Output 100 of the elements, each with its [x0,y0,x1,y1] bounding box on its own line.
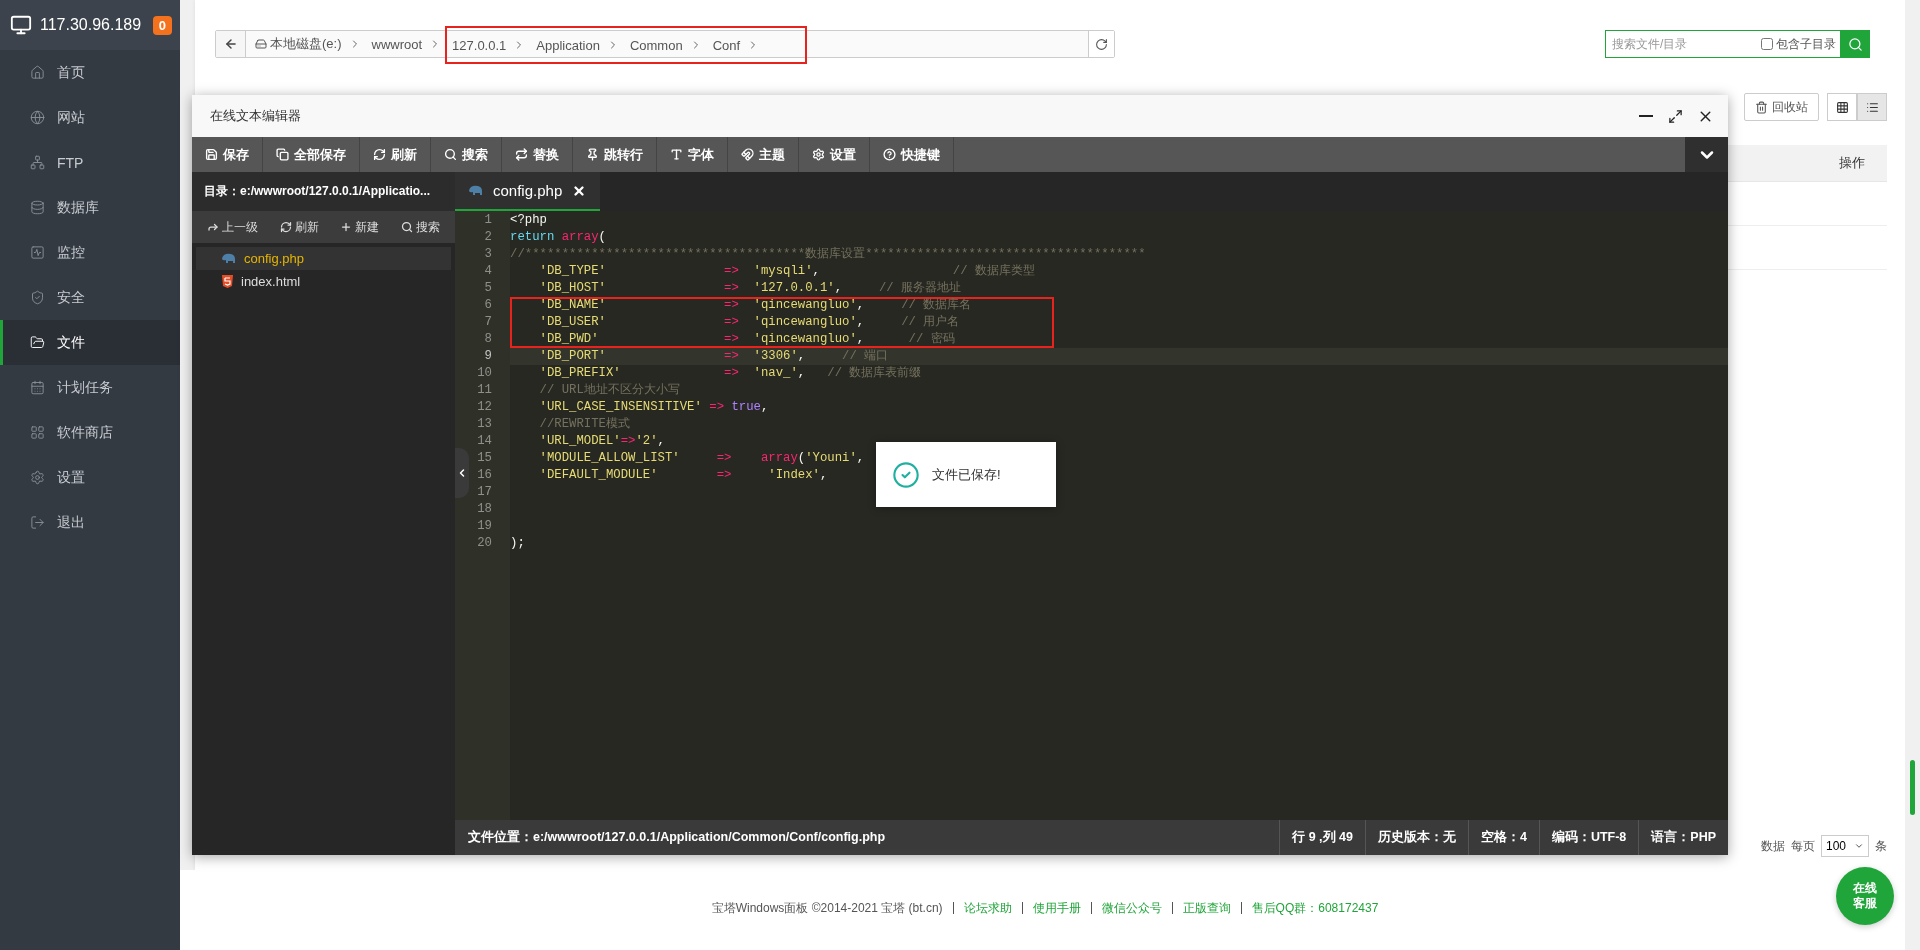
record-count: 数据 [1760,837,1785,855]
refresh-icon [279,221,292,233]
file-item[interactable]: config.php [196,247,451,270]
globe-icon [30,110,45,125]
cursor-position: 行 9 ,列 49 [1279,820,1365,855]
text-icon [670,148,683,161]
back-button[interactable] [216,31,246,57]
line-number: 14 [476,433,493,450]
nav-item[interactable]: 网站 [0,95,180,140]
refresh-button[interactable] [1088,31,1114,57]
nav-item[interactable]: FTP [0,140,180,185]
code-editor[interactable] [455,211,1728,820]
more-button[interactable] [1685,137,1728,172]
line-number: 20 [476,535,493,552]
directory-action[interactable]: 新建 [338,218,382,236]
nav-item[interactable]: 计划任务 [0,365,180,410]
calendar-icon [30,380,45,395]
indent-setting: 空格：4 [1467,820,1539,855]
nav-item[interactable]: 退出 [0,500,180,545]
chart-icon [30,245,45,260]
page-size-select[interactable]: 100 [1820,835,1869,857]
file-item[interactable]: index.html [196,270,451,293]
nav-item[interactable]: 设置 [0,455,180,500]
line-number: 12 [476,399,493,416]
line-number: 8 [483,331,493,348]
line-number: 13 [476,416,493,433]
breadcrumb-link[interactable]: wwwroot [364,31,446,57]
encoding-setting: 编码：UTF-8 [1538,820,1639,855]
trash-icon [1755,100,1768,114]
refresh-icon [1095,37,1108,51]
nav-item[interactable]: 首页 [0,50,180,95]
pin-icon [586,148,599,161]
code-line: 'URL_MODEL'=>'2', [538,433,665,450]
file-tab[interactable]: config.php [455,172,601,211]
breadcrumb-link[interactable]: 本地磁盘(e:) [246,31,365,57]
code-line: //REWRITE模式 [538,416,630,433]
nav-item[interactable]: 文件 [0,320,180,365]
scrollbar-thumb[interactable] [1910,760,1915,815]
collapse-handle[interactable] [455,448,469,498]
code-line: 'DB_PORT' => '3306', // 端口 [538,348,889,365]
checkbox-label: 包含子目录 [1776,35,1836,53]
breadcrumb-link[interactable]: Conf [705,26,808,64]
line-number: 10 [476,365,493,382]
logout-icon [30,515,45,530]
html-file-icon [222,275,233,288]
notification-badge: 0 [152,15,172,35]
line-number: 11 [476,382,493,399]
nav-item[interactable]: 数据库 [0,185,180,230]
recycle-bin-button[interactable]: 回收站 [1744,93,1819,121]
search-input[interactable]: 搜索文件/目录 [1606,37,1761,51]
nav-item[interactable]: 监控 [0,230,180,275]
breadcrumb-link[interactable]: Common [622,26,706,64]
monitor-icon [10,14,32,36]
line-number: 4 [483,263,493,280]
plus-icon [340,221,353,233]
directory-action[interactable]: 上一级 [204,218,260,236]
list-view-button[interactable] [1857,93,1887,121]
close-icon[interactable] [572,183,587,198]
grid-view-button[interactable] [1827,93,1857,121]
code-line: //**************************************数据库设置************************************** [510,246,1146,263]
save-icon [205,148,218,161]
unit-label: 条 [1875,837,1887,855]
window-title: 在线文本编辑器 [210,107,302,125]
breadcrumb-link[interactable]: 127.0.0.1 [445,26,530,64]
directory-action[interactable]: 刷新 [277,218,321,236]
directory-action[interactable]: 搜索 [399,218,443,236]
line-number: 18 [476,501,493,518]
nav-item[interactable]: 软件商店 [0,410,180,455]
code-line: 'DB_TYPE' => 'mysqli', // 数据库类型 [538,263,1035,280]
code-line: return array( [510,229,606,246]
search-button[interactable] [1840,30,1870,58]
line-number: 3 [483,246,493,263]
refresh-icon [373,148,386,161]
search-field[interactable]: 搜索文件/目录 包含子目录 [1605,30,1870,58]
shield-icon [30,290,45,305]
server-host: 117.30.96.189 [40,16,143,34]
nav-item[interactable]: 安全 [0,275,180,320]
minimize-icon [1639,115,1653,117]
code-line: // URL地址不区分大小写 [538,382,680,399]
line-number: 1 [483,212,493,229]
language-setting: 语言：PHP [1638,820,1728,855]
line-number: 16 [476,467,493,484]
forward-icon [206,221,219,233]
folder-icon [30,335,45,350]
code-line: <?php [510,212,547,229]
line-number: 2 [483,229,493,246]
check-icon [892,460,920,489]
line-number: 15 [476,450,493,467]
maximize-button[interactable] [1668,108,1683,124]
checkbox[interactable] [1761,38,1773,50]
help-icon [883,148,896,161]
elephant-icon [469,185,483,196]
code-line: 'MODULE_ALLOW_LIST' => array('Youni', [538,450,865,467]
code-line: 'URL_CASE_INSENSITIVE' => true, [538,399,769,416]
list-icon [1865,100,1879,114]
directory-path: 目录：e:/wwwroot/127.0.0.1/Applicatio... [192,172,455,211]
line-number: 5 [483,280,493,297]
database-icon [30,200,45,215]
breadcrumb-link[interactable]: Application [529,26,623,64]
copyright-text: 宝塔Windows面板 ©2014-2021 宝塔 (bt.cn) [711,899,944,917]
